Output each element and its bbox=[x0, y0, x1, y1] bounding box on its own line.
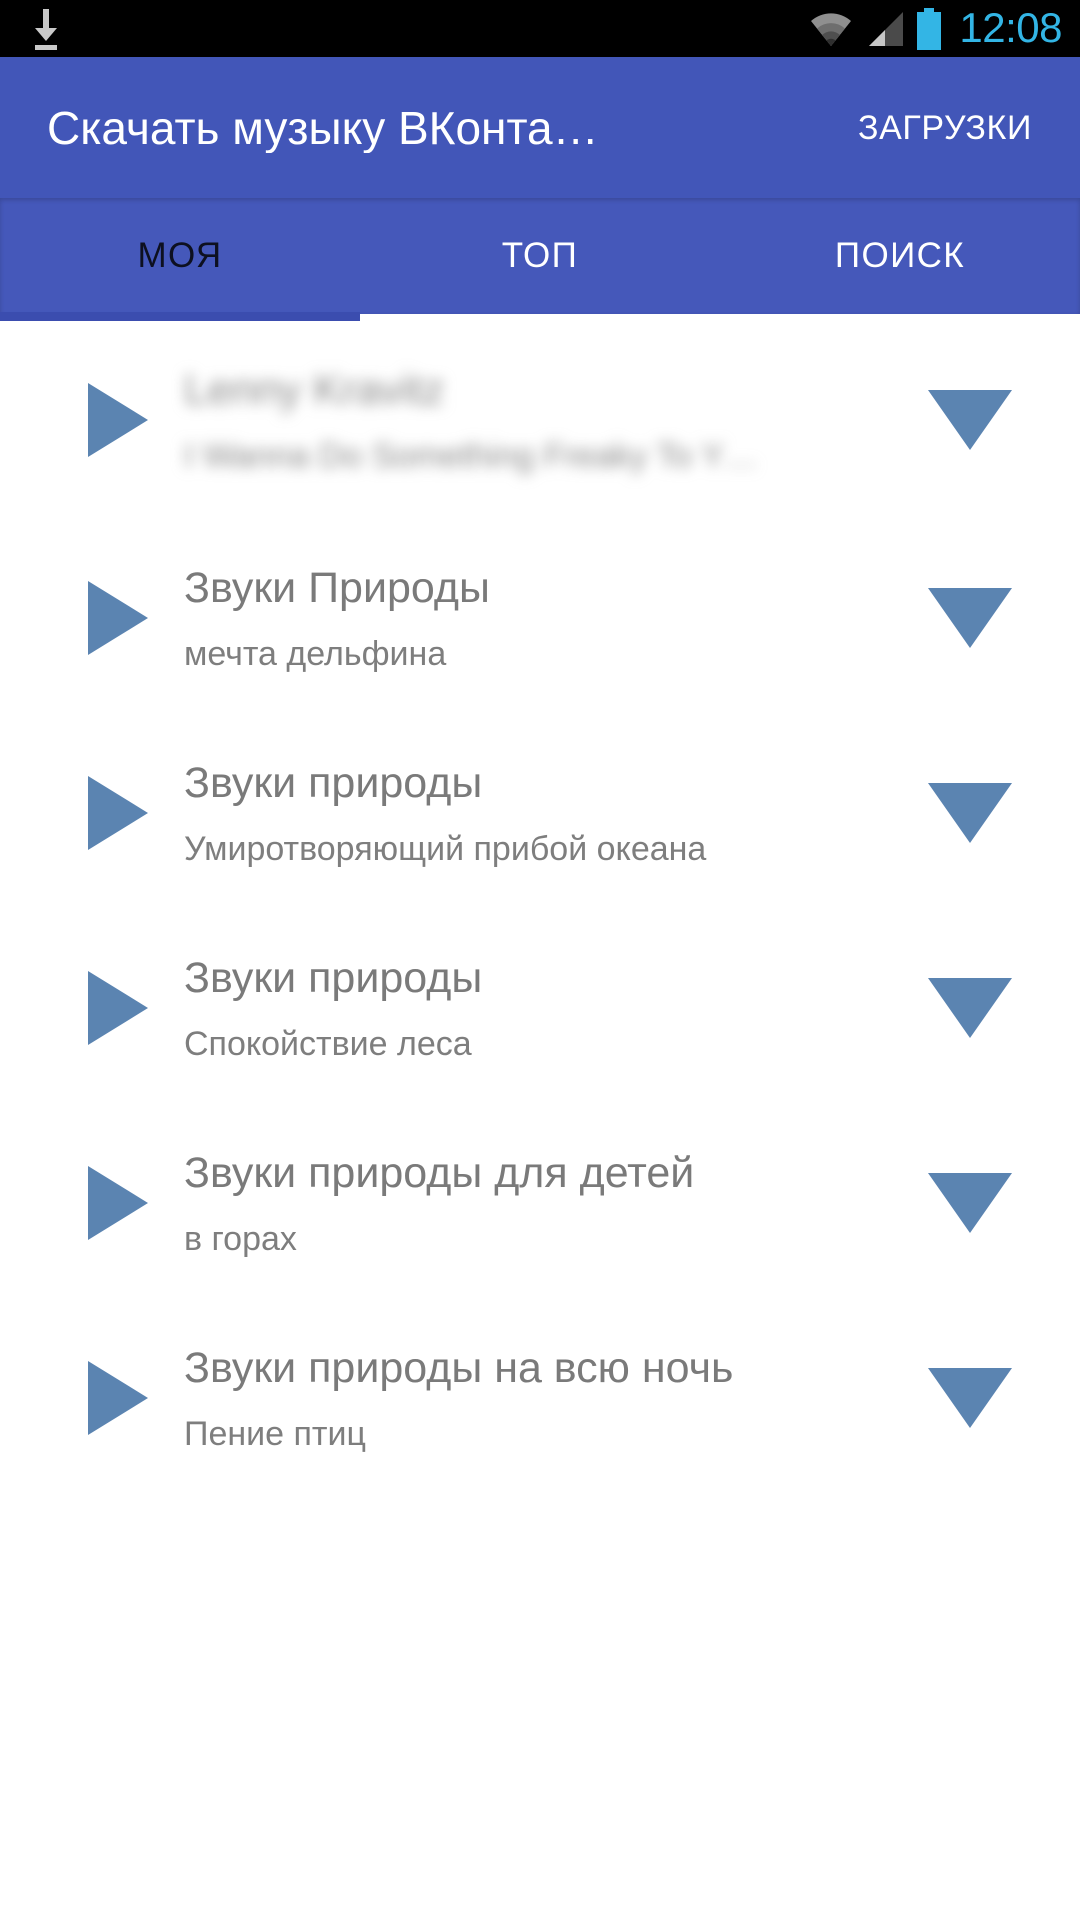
track-info: Звуки природы Умиротворяющий прибой океа… bbox=[184, 757, 880, 869]
track-title: Звуки природы bbox=[184, 758, 483, 807]
track-info: Lenny Kravitz I Wanna Do Something Freak… bbox=[184, 364, 880, 476]
track-subtitle: в горах bbox=[184, 1219, 297, 1258]
status-bar: 12:08 bbox=[0, 0, 1080, 57]
download-triangle-icon[interactable] bbox=[928, 587, 1012, 648]
track-subtitle: Спокойствие леса bbox=[184, 1024, 472, 1063]
play-icon[interactable] bbox=[88, 1165, 148, 1240]
track-title: Звуки Природы bbox=[184, 563, 490, 612]
track-title: Lenny Kravitz bbox=[184, 366, 445, 414]
download-triangle-icon[interactable] bbox=[928, 1367, 1012, 1428]
track-info: Звуки природы Спокойствие леса bbox=[184, 952, 880, 1064]
download-triangle-icon[interactable] bbox=[928, 782, 1012, 843]
play-icon[interactable] bbox=[88, 383, 148, 457]
track-info: Звуки природы на всю ночь Пение птиц bbox=[184, 1342, 880, 1454]
play-icon[interactable] bbox=[88, 1360, 148, 1435]
tab-top[interactable]: ТОП bbox=[360, 198, 720, 314]
tab-my[interactable]: МОЯ bbox=[0, 198, 360, 314]
track-info: Звуки природы для детей в горах bbox=[184, 1147, 880, 1259]
page-title: Скачать музыку ВКонта… bbox=[47, 102, 599, 153]
app-bar: Скачать музыку ВКонта… ЗАГРУЗКИ bbox=[0, 57, 1080, 198]
status-bar-notifications bbox=[0, 7, 66, 51]
download-triangle-icon[interactable] bbox=[928, 1172, 1012, 1233]
downloads-button[interactable]: ЗАГРУЗКИ bbox=[840, 95, 1050, 161]
track-subtitle: I Wanna Do Something Freaky To Y… bbox=[184, 437, 758, 475]
track-subtitle: Пение птиц bbox=[184, 1414, 366, 1453]
track-list-item[interactable]: Звуки Природы мечта дельфина bbox=[0, 520, 1080, 715]
track-list-item[interactable]: Звуки природы на всю ночь Пение птиц bbox=[0, 1300, 1080, 1495]
wifi-icon bbox=[808, 10, 854, 48]
tab-search-label: ПОИСК bbox=[834, 236, 966, 275]
track-list-item[interactable]: Звуки природы для детей в горах bbox=[0, 1105, 1080, 1300]
download-triangle-icon[interactable] bbox=[928, 390, 1012, 450]
tab-my-label: МОЯ bbox=[137, 236, 223, 275]
track-info: Звуки Природы мечта дельфина bbox=[184, 562, 880, 674]
track-list-item[interactable]: Lenny Kravitz I Wanna Do Something Freak… bbox=[0, 320, 1080, 520]
track-list-item[interactable]: Звуки природы Умиротворяющий прибой океа… bbox=[0, 715, 1080, 910]
track-title: Звуки природы на всю ночь bbox=[184, 1343, 734, 1392]
download-icon bbox=[26, 7, 66, 51]
status-bar-clock: 12:08 bbox=[959, 3, 1062, 51]
battery-icon bbox=[914, 7, 944, 50]
track-list[interactable]: Lenny Kravitz I Wanna Do Something Freak… bbox=[0, 314, 1080, 1920]
tab-search[interactable]: ПОИСК bbox=[720, 198, 1080, 314]
track-subtitle: Умиротворяющий прибой океана bbox=[184, 829, 707, 868]
track-subtitle: мечта дельфина bbox=[184, 634, 447, 673]
tab-bar: МОЯ ТОП ПОИСК bbox=[0, 198, 1080, 321]
track-title: Звуки природы для детей bbox=[184, 1148, 695, 1197]
download-triangle-icon[interactable] bbox=[928, 977, 1012, 1038]
tab-top-label: ТОП bbox=[501, 236, 579, 275]
status-bar-icons: 12:08 bbox=[808, 0, 1062, 57]
track-list-item[interactable]: Звуки природы Спокойствие леса bbox=[0, 910, 1080, 1105]
play-icon[interactable] bbox=[88, 580, 148, 655]
cellular-signal-icon bbox=[863, 10, 905, 48]
track-title: Звуки природы bbox=[184, 953, 483, 1002]
play-icon[interactable] bbox=[88, 970, 148, 1045]
play-icon[interactable] bbox=[88, 775, 148, 850]
